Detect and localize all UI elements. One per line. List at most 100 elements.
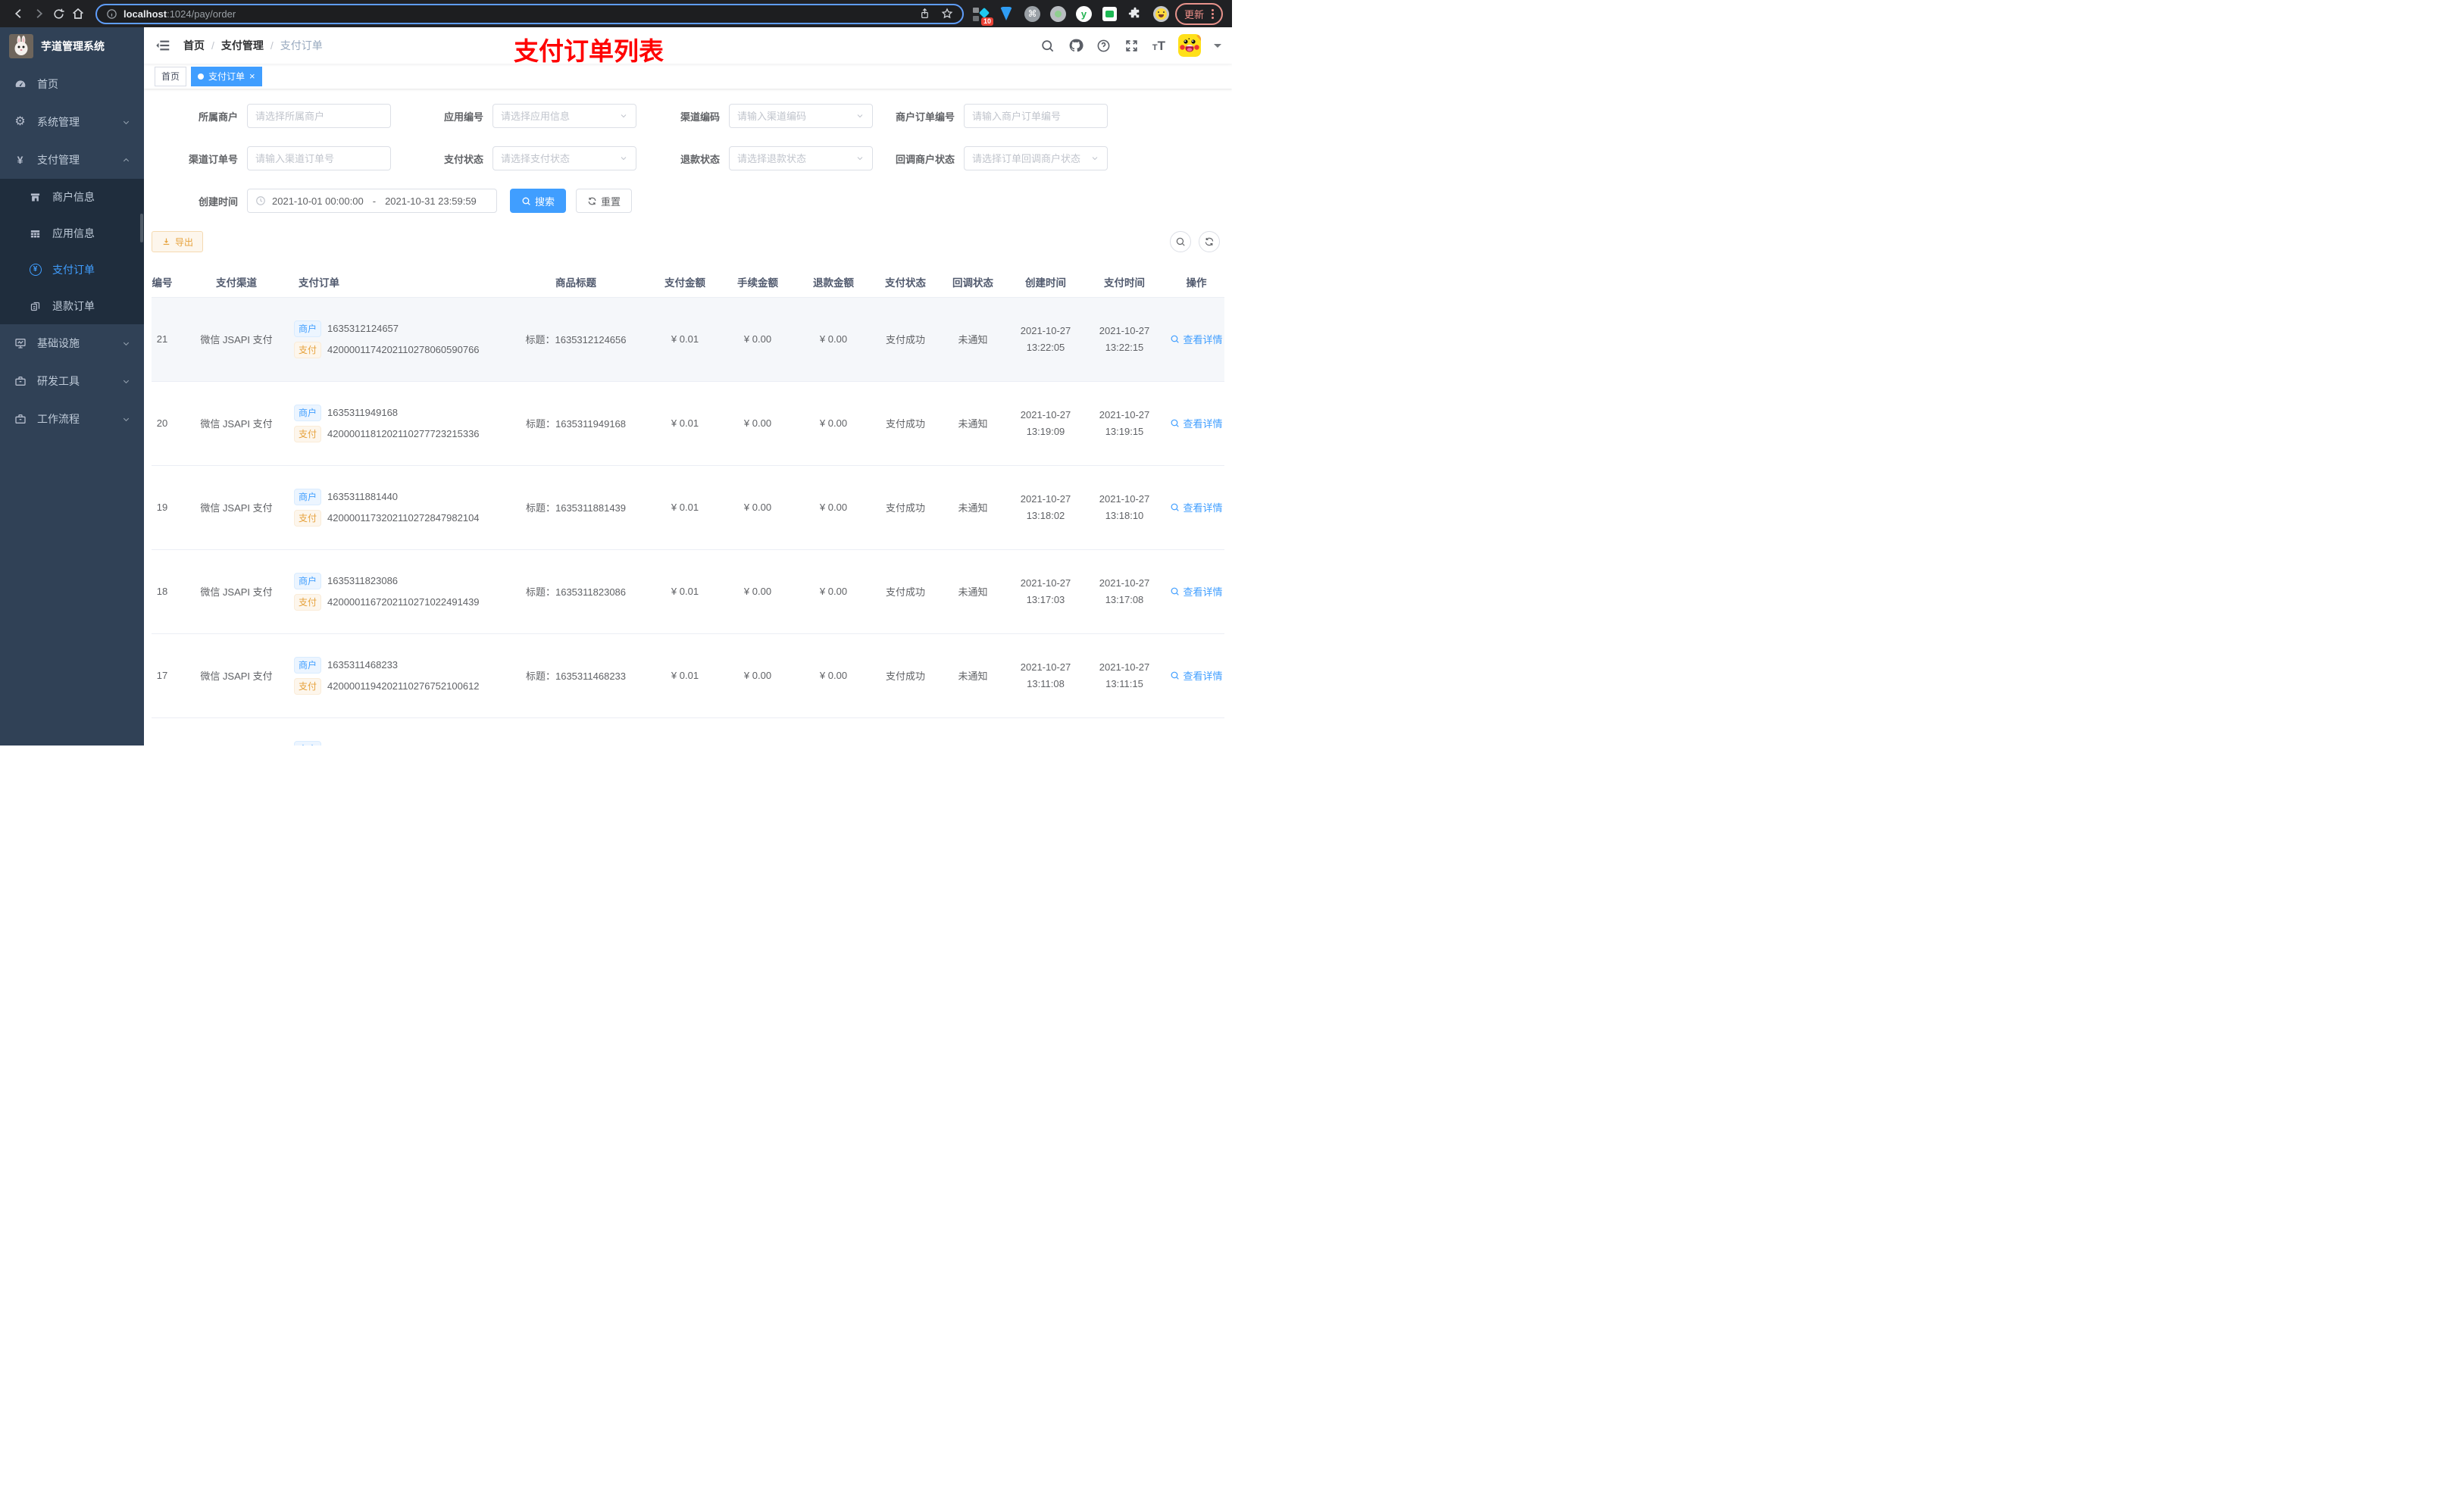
col-fee-amount: 手续金额 xyxy=(720,267,796,298)
pay-order-line: 支付 4200001167202110271022491439 xyxy=(294,593,497,611)
table-refresh-button[interactable] xyxy=(1199,231,1220,252)
pay-status-select[interactable] xyxy=(492,146,636,170)
search-icon xyxy=(1171,335,1180,343)
col-id: 编号 xyxy=(152,267,183,298)
avatar-caret-icon[interactable] xyxy=(1214,43,1221,52)
extension-recorder-icon[interactable] xyxy=(1049,5,1066,22)
sidebar-item-label: 退款订单 xyxy=(52,300,95,312)
sidebar-item-refund-order[interactable]: 退款订单 xyxy=(0,288,144,324)
dashboard-icon xyxy=(14,78,27,90)
filter-channel-code: 渠道编码 xyxy=(636,104,873,128)
create-time: 13:11:08 xyxy=(1027,677,1065,689)
channel-code-input[interactable] xyxy=(737,110,851,122)
home-icon[interactable] xyxy=(68,4,88,23)
sidebar-item-system[interactable]: ⚙ 系统管理 xyxy=(0,103,144,141)
url-bar[interactable]: localhost:1024/pay/order xyxy=(95,3,964,24)
filter-row-3: 创建时间 2021-10-01 00:00:00 - 2021-10-31 23… xyxy=(152,189,1224,213)
tab-close-icon[interactable]: × xyxy=(249,71,255,81)
col-create-time: 创建时间 xyxy=(1006,267,1085,298)
extension-gem-icon[interactable] xyxy=(999,6,1015,22)
share-icon[interactable] xyxy=(919,8,930,20)
chevron-down-icon xyxy=(619,154,628,163)
sidebar-item-app-info[interactable]: 应用信息 xyxy=(0,215,144,252)
sidebar-item-pay-order[interactable]: ¥ 支付订单 xyxy=(0,252,144,288)
breadcrumb-pay[interactable]: 支付管理 xyxy=(221,38,264,53)
extension-chat-icon[interactable] xyxy=(1102,6,1118,22)
channel-code-select[interactable] xyxy=(729,104,873,128)
bookmark-star-icon[interactable] xyxy=(941,8,953,20)
font-size-icon[interactable]: TT xyxy=(1152,39,1165,52)
sidebar-item-dev-tools[interactable]: 研发工具 xyxy=(0,362,144,400)
search-icon xyxy=(1171,671,1180,680)
view-detail-link[interactable]: 查看详情 xyxy=(1170,500,1223,514)
sidebar-item-workflow[interactable]: 工作流程 xyxy=(0,400,144,438)
pay-time-cell: 2021-10-27 13:18:10 xyxy=(1085,465,1164,550)
refund-status-input[interactable] xyxy=(737,152,851,164)
view-detail-link[interactable]: 查看详情 xyxy=(1170,584,1223,599)
merchant-order-no: 1635312124657 xyxy=(327,323,399,334)
reload-icon[interactable] xyxy=(48,4,68,23)
app-select-input[interactable] xyxy=(501,110,614,122)
sidebar-item-home[interactable]: 首页 xyxy=(0,65,144,103)
navbar-actions: TT xyxy=(1040,34,1221,57)
help-icon[interactable] xyxy=(1096,38,1112,53)
product-title: 标题：1635311468233 xyxy=(502,633,650,718)
reset-button[interactable]: 重置 xyxy=(576,189,633,213)
extension-emoji-icon[interactable] xyxy=(1152,5,1169,22)
browser-menu-icon[interactable] xyxy=(1212,8,1214,19)
content: 所属商户 应用编号 渠道编码 商户订单编号 xyxy=(144,89,1232,746)
pay-status-input[interactable] xyxy=(501,152,614,164)
notify-status-input[interactable] xyxy=(972,152,1086,164)
merchant-order-no-input[interactable] xyxy=(972,110,1099,122)
field-label: 渠道编码 xyxy=(680,111,720,123)
search-icon[interactable] xyxy=(1040,38,1055,53)
action-cell: 查看详情 xyxy=(1164,717,1224,746)
export-button[interactable]: 导出 xyxy=(152,231,204,252)
forward-icon[interactable] xyxy=(29,4,48,23)
chevron-down-icon xyxy=(619,111,628,120)
extension-y-icon[interactable]: y xyxy=(1075,5,1092,22)
sidebar-item-merchant-info[interactable]: 商户信息 xyxy=(0,179,144,215)
search-button[interactable]: 搜索 xyxy=(510,189,567,213)
date-range-input[interactable]: 2021-10-01 00:00:00 - 2021-10-31 23:59:5… xyxy=(247,189,497,213)
github-icon[interactable] xyxy=(1068,38,1083,53)
breadcrumb-home[interactable]: 首页 xyxy=(183,38,205,53)
field-label: 创建时间 xyxy=(198,195,238,208)
url-text: localhost:1024/pay/order xyxy=(124,8,236,20)
refund-status-select[interactable] xyxy=(729,146,873,170)
extension-puzzle-icon[interactable] xyxy=(1127,6,1143,22)
merchant-input[interactable] xyxy=(255,110,383,122)
sidebar-toggle-icon[interactable] xyxy=(155,37,171,54)
action-cell: 查看详情 xyxy=(1164,465,1224,550)
avatar[interactable] xyxy=(1178,34,1201,57)
refund-amount: ¥ 0.00 xyxy=(796,381,871,466)
site-info-icon[interactable] xyxy=(106,8,117,20)
sidebar-item-infra[interactable]: 基础设施 xyxy=(0,324,144,362)
view-detail-link[interactable]: 查看详情 xyxy=(1170,668,1223,683)
view-detail-link[interactable]: 查看详情 xyxy=(1170,416,1223,430)
field-label: 支付状态 xyxy=(443,153,483,165)
pay-status: 支付成功 xyxy=(871,381,940,466)
sidebar-item-pay[interactable]: ¥ 支付管理 xyxy=(0,141,144,179)
pay-channel xyxy=(183,717,289,746)
sidebar-scrollbar[interactable] xyxy=(140,214,143,242)
pay-time-cell: 2021-10-27 13:11:15 xyxy=(1085,633,1164,718)
back-icon[interactable] xyxy=(9,4,29,23)
table-body: 21 微信 JSAPI 支付 商户 1635312124657 支付 42000… xyxy=(152,297,1224,746)
merchant-order-no: 1635311251796 xyxy=(327,743,398,746)
extension-command-icon[interactable]: ⌘ xyxy=(1024,5,1040,22)
clock-icon xyxy=(255,195,266,206)
extension-proxy-icon[interactable]: 10 xyxy=(972,6,993,26)
notify-status-select[interactable] xyxy=(964,146,1108,170)
view-detail-link[interactable]: 查看详情 xyxy=(1170,332,1223,346)
browser-update-button[interactable]: 更新 xyxy=(1174,2,1223,25)
refund-amount: ¥ 0.00 xyxy=(796,633,871,718)
tab-pay-order[interactable]: 支付订单 × xyxy=(191,66,262,86)
channel-order-no-input[interactable] xyxy=(255,152,383,164)
fullscreen-icon[interactable] xyxy=(1124,38,1140,53)
action-cell: 查看详情 xyxy=(1164,633,1224,718)
table-search-button[interactable] xyxy=(1170,231,1191,252)
app-select[interactable] xyxy=(492,104,636,128)
tab-home[interactable]: 首页 xyxy=(155,66,187,86)
pay-channel: 微信 JSAPI 支付 xyxy=(183,549,289,634)
